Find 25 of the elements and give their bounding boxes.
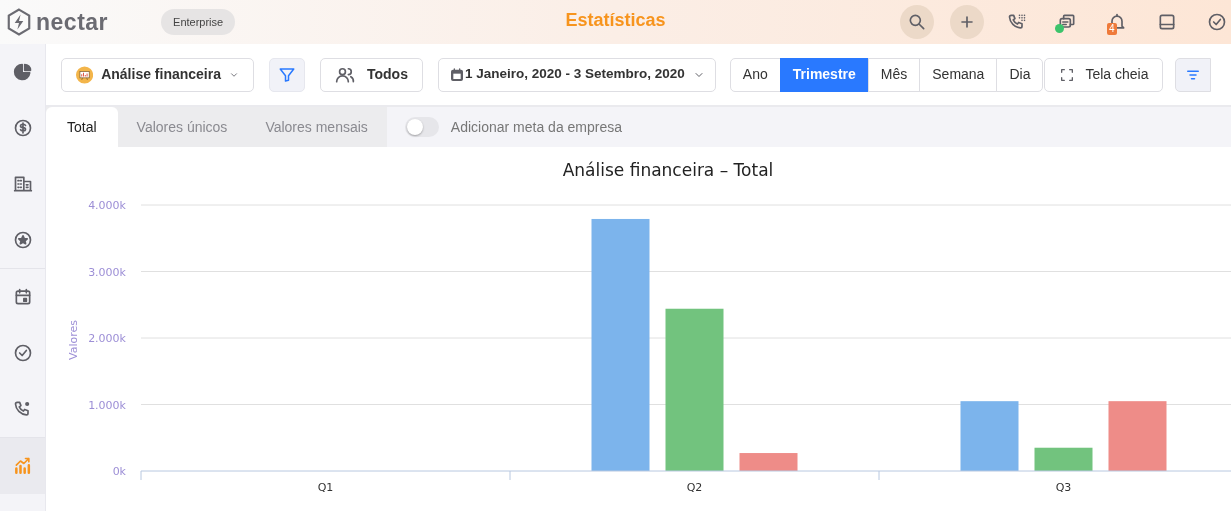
period-tab[interactable]: Ano <box>729 57 781 92</box>
axis-tick-label: 1.000k <box>88 398 126 412</box>
axis-tick-label: 3.000k <box>88 265 126 279</box>
axis-tick-label: Q1 <box>317 481 334 494</box>
axis-tick-label: Q2 <box>686 481 703 494</box>
axis-title: Valores <box>67 320 80 360</box>
report-dropdown[interactable]: Análise financeira <box>61 57 254 92</box>
axis-tick-label: 2.000k <box>88 332 126 345</box>
fullscreen-button[interactable]: Tela cheia <box>1044 57 1164 92</box>
period-tab[interactable]: Semana <box>919 57 998 92</box>
period-tab[interactable]: Trimestre <box>779 57 869 92</box>
period-tab[interactable]: Dia <box>996 57 1044 92</box>
date-range-picker[interactable]: 1 Janeiro, 2020 - 3 Setembro, 2020 <box>437 57 716 92</box>
period-tab[interactable]: Mês <box>867 57 921 92</box>
notification-badge: 4 <box>1107 23 1117 35</box>
plan-badge: Enterprise <box>161 8 236 36</box>
axis-tick-label: 4.000k <box>88 199 126 212</box>
axis-tick-label: Q3 <box>1055 481 1072 494</box>
toggle-label: Adicionar meta da empresa <box>450 117 623 137</box>
chart-title: Análise financeira – Total <box>562 160 774 180</box>
users-button[interactable]: Todos <box>320 57 423 92</box>
logo-text: nectar <box>36 7 109 37</box>
tab[interactable]: Total <box>46 107 118 147</box>
page-title: Estatísticas <box>565 9 666 32</box>
axis-tick-label: 0k <box>112 465 126 478</box>
